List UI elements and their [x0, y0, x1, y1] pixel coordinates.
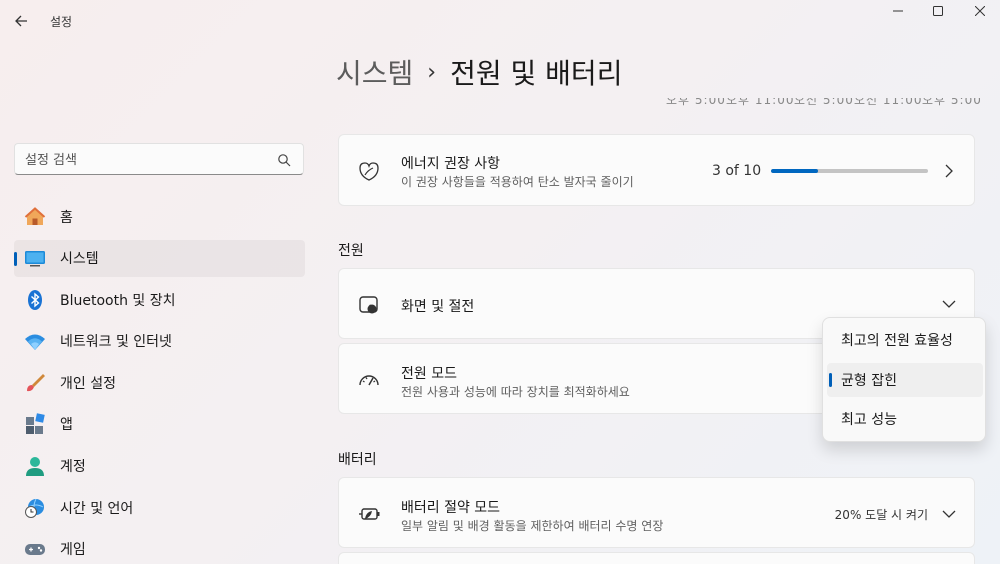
- battery-saver-icon: [357, 502, 381, 526]
- brush-icon: [24, 372, 46, 394]
- maximize-icon: [933, 6, 943, 16]
- sidebar-item-label: 네트워크 및 인터넷: [60, 334, 172, 351]
- sidebar-item-label: 게임: [60, 542, 86, 559]
- battery-saver-card[interactable]: 배터리 절약 모드 일부 알림 및 배경 활동을 제한하여 배터리 수명 연장 …: [338, 477, 975, 548]
- section-heading-battery: 배터리: [338, 452, 377, 468]
- sidebar-item-label: 홈: [60, 209, 73, 226]
- power-mode-option[interactable]: 최고의 전원 효율성: [827, 323, 983, 357]
- clock-globe-icon: [24, 497, 46, 519]
- screen-sleep-icon: [357, 293, 381, 317]
- minimize-icon: [893, 10, 903, 12]
- progress-text: 3 of 10: [712, 163, 762, 179]
- app-title: 설정: [50, 15, 73, 29]
- sidebar-nav: 홈 시스템 Bluetooth 및 장치 네트워크 및 인터넷 개인 설정 앱 …: [14, 198, 305, 564]
- progress-fill: [771, 169, 819, 173]
- leaf-icon: [357, 159, 381, 183]
- maximize-button[interactable]: [916, 0, 960, 22]
- card-subtitle: 일부 알림 및 배경 활동을 제한하여 배터리 수명 연장: [401, 519, 664, 533]
- sidebar-item-system[interactable]: 시스템: [14, 239, 305, 277]
- title-bar: 설정: [0, 0, 1000, 40]
- power-mode-option-selected[interactable]: 균형 잡힌: [827, 363, 983, 397]
- minimize-button[interactable]: [876, 0, 920, 22]
- sidebar-item-label: 앱: [60, 417, 73, 434]
- card-subtitle: 이 권장 사항들을 적용하여 탄소 발자국 줄이기: [401, 175, 634, 189]
- sidebar-item-label: 시스템: [60, 251, 99, 268]
- energy-recommendations-card[interactable]: 에너지 권장 사항 이 권장 사항들을 적용하여 탄소 발자국 줄이기 3 of…: [338, 134, 975, 206]
- sidebar-item-label: 시간 및 언어: [60, 500, 134, 517]
- gauge-icon: [357, 368, 381, 392]
- system-icon: [24, 247, 46, 269]
- sidebar-item-apps[interactable]: 앱: [14, 406, 305, 443]
- wifi-icon: [24, 330, 46, 352]
- breadcrumb: 시스템 › 전원 및 배터리: [336, 52, 622, 92]
- breadcrumb-parent[interactable]: 시스템: [336, 52, 413, 92]
- gamepad-icon: [24, 538, 46, 560]
- search-icon[interactable]: [277, 153, 291, 167]
- card-subtitle: 전원 사용과 성능에 따라 장치를 최적화하세요: [401, 385, 630, 399]
- search-box[interactable]: [14, 143, 304, 175]
- home-icon: [24, 206, 46, 228]
- battery-next-card: [338, 552, 975, 564]
- power-mode-dropdown: 최고의 전원 효율성 균형 잡힌 최고 성능: [822, 317, 986, 442]
- sidebar-item-accounts[interactable]: 계정: [14, 448, 305, 485]
- timeline-tick: 오후 11:00: [726, 98, 795, 107]
- close-icon: [975, 6, 985, 16]
- timeline-tick: 오전 11:00: [854, 98, 923, 107]
- breadcrumb-separator: ›: [427, 59, 437, 85]
- timeline-tick: 오후 5:00: [666, 98, 726, 107]
- sidebar-item-gaming[interactable]: 게임: [14, 531, 305, 564]
- timeline-axis: 오후 5:00 오후 11:00 오전 5:00 오전 11:00 오후 5:0…: [650, 98, 980, 110]
- chevron-down-icon[interactable]: [942, 507, 956, 521]
- progress-bar: [771, 169, 928, 173]
- card-title: 에너지 권장 사항: [401, 156, 501, 172]
- sidebar-item-home[interactable]: 홈: [14, 198, 305, 235]
- section-heading-power: 전원: [338, 243, 364, 259]
- card-title: 화면 및 절전: [401, 299, 475, 315]
- timeline-tick: 오전 5:00: [794, 98, 854, 107]
- card-title: 전원 모드: [401, 366, 457, 382]
- chevron-down-icon[interactable]: [942, 297, 956, 311]
- search-input[interactable]: [25, 150, 265, 170]
- sidebar-item-label: Bluetooth 및 장치: [60, 292, 176, 309]
- card-title: 배터리 절약 모드: [401, 500, 501, 516]
- sidebar-item-label: 개인 설정: [60, 375, 116, 392]
- timeline-tick: 오후 5:00: [922, 98, 980, 107]
- close-button[interactable]: [958, 0, 1000, 22]
- bluetooth-icon: [24, 289, 46, 311]
- sidebar-item-personalization[interactable]: 개인 설정: [14, 364, 305, 401]
- sidebar-item-network[interactable]: 네트워크 및 인터넷: [14, 323, 305, 360]
- back-arrow-icon: [15, 15, 27, 27]
- account-icon: [24, 455, 46, 477]
- sidebar-item-time-language[interactable]: 시간 및 언어: [14, 489, 305, 526]
- back-button[interactable]: [10, 10, 32, 32]
- power-mode-option[interactable]: 최고 성능: [827, 402, 983, 436]
- page-title: 전원 및 배터리: [450, 57, 623, 90]
- apps-icon: [24, 413, 46, 435]
- chevron-right-icon[interactable]: [942, 164, 956, 178]
- battery-saver-status: 20% 도달 시 켜기: [834, 508, 928, 522]
- sidebar-item-bluetooth[interactable]: Bluetooth 및 장치: [14, 281, 305, 318]
- sidebar-item-label: 계정: [60, 459, 86, 476]
